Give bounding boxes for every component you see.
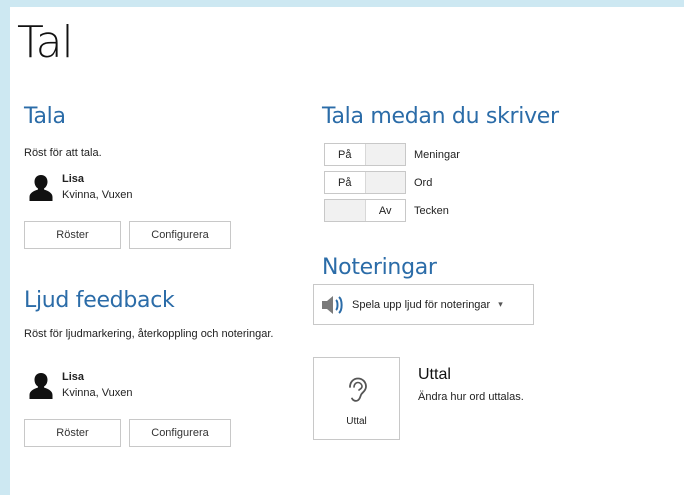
pronunciation-heading: Uttal	[418, 366, 451, 383]
tala-voice: Lisa Kvinna, Vuxen	[28, 171, 133, 203]
tala-description: Röst för att tala.	[24, 147, 102, 159]
pronunciation-tile[interactable]: Uttal	[313, 357, 400, 440]
toggle-row-characters: Av Tecken	[324, 199, 449, 222]
notes-heading: Noteringar	[322, 255, 437, 280]
feedback-voice: Lisa Kvinna, Vuxen	[28, 369, 133, 401]
dropdown-value: Spela upp ljud för noteringar	[352, 298, 491, 311]
person-icon	[29, 175, 53, 201]
toggle-state: På	[325, 172, 365, 193]
toggle-row-sentences: På Meningar	[324, 143, 460, 166]
tala-voices-button[interactable]: Röster	[24, 221, 121, 249]
person-icon	[29, 373, 53, 399]
ear-icon	[348, 377, 367, 402]
feedback-voices-button[interactable]: Röster	[24, 419, 121, 447]
typing-heading: Tala medan du skriver	[322, 104, 559, 129]
characters-toggle[interactable]: Av	[324, 199, 406, 222]
feedback-voice-name: Lisa	[62, 371, 85, 383]
chevron-down-icon: ▾	[498, 299, 503, 309]
sentences-label: Meningar	[414, 148, 460, 161]
toggle-row-words: På Ord	[324, 171, 432, 194]
page-title: Tal	[17, 17, 74, 68]
tala-voice-name: Lisa	[62, 173, 85, 185]
sentences-toggle[interactable]: På	[324, 143, 406, 166]
characters-label: Tecken	[414, 204, 449, 217]
feedback-description: Röst för ljudmarkering, återkoppling och…	[24, 328, 274, 340]
words-label: Ord	[414, 176, 433, 189]
notes-sound-dropdown[interactable]: Spela upp ljud för noteringar ▾	[313, 284, 534, 325]
toggle-state: På	[325, 144, 365, 165]
toggle-state: Av	[365, 200, 405, 221]
feedback-configure-button[interactable]: Configurera	[129, 419, 231, 447]
pronunciation-tile-label: Uttal	[346, 416, 367, 427]
tala-heading: Tala	[24, 104, 66, 129]
tala-voice-details: Kvinna, Vuxen	[62, 189, 133, 201]
pronunciation-description: Ändra hur ord uttalas.	[418, 391, 524, 403]
feedback-heading: Ljud feedback	[24, 288, 175, 313]
tala-configure-button[interactable]: Configurera	[129, 221, 231, 249]
words-toggle[interactable]: På	[324, 171, 406, 194]
feedback-voice-details: Kvinna, Vuxen	[62, 387, 133, 399]
speaker-icon	[322, 295, 343, 314]
